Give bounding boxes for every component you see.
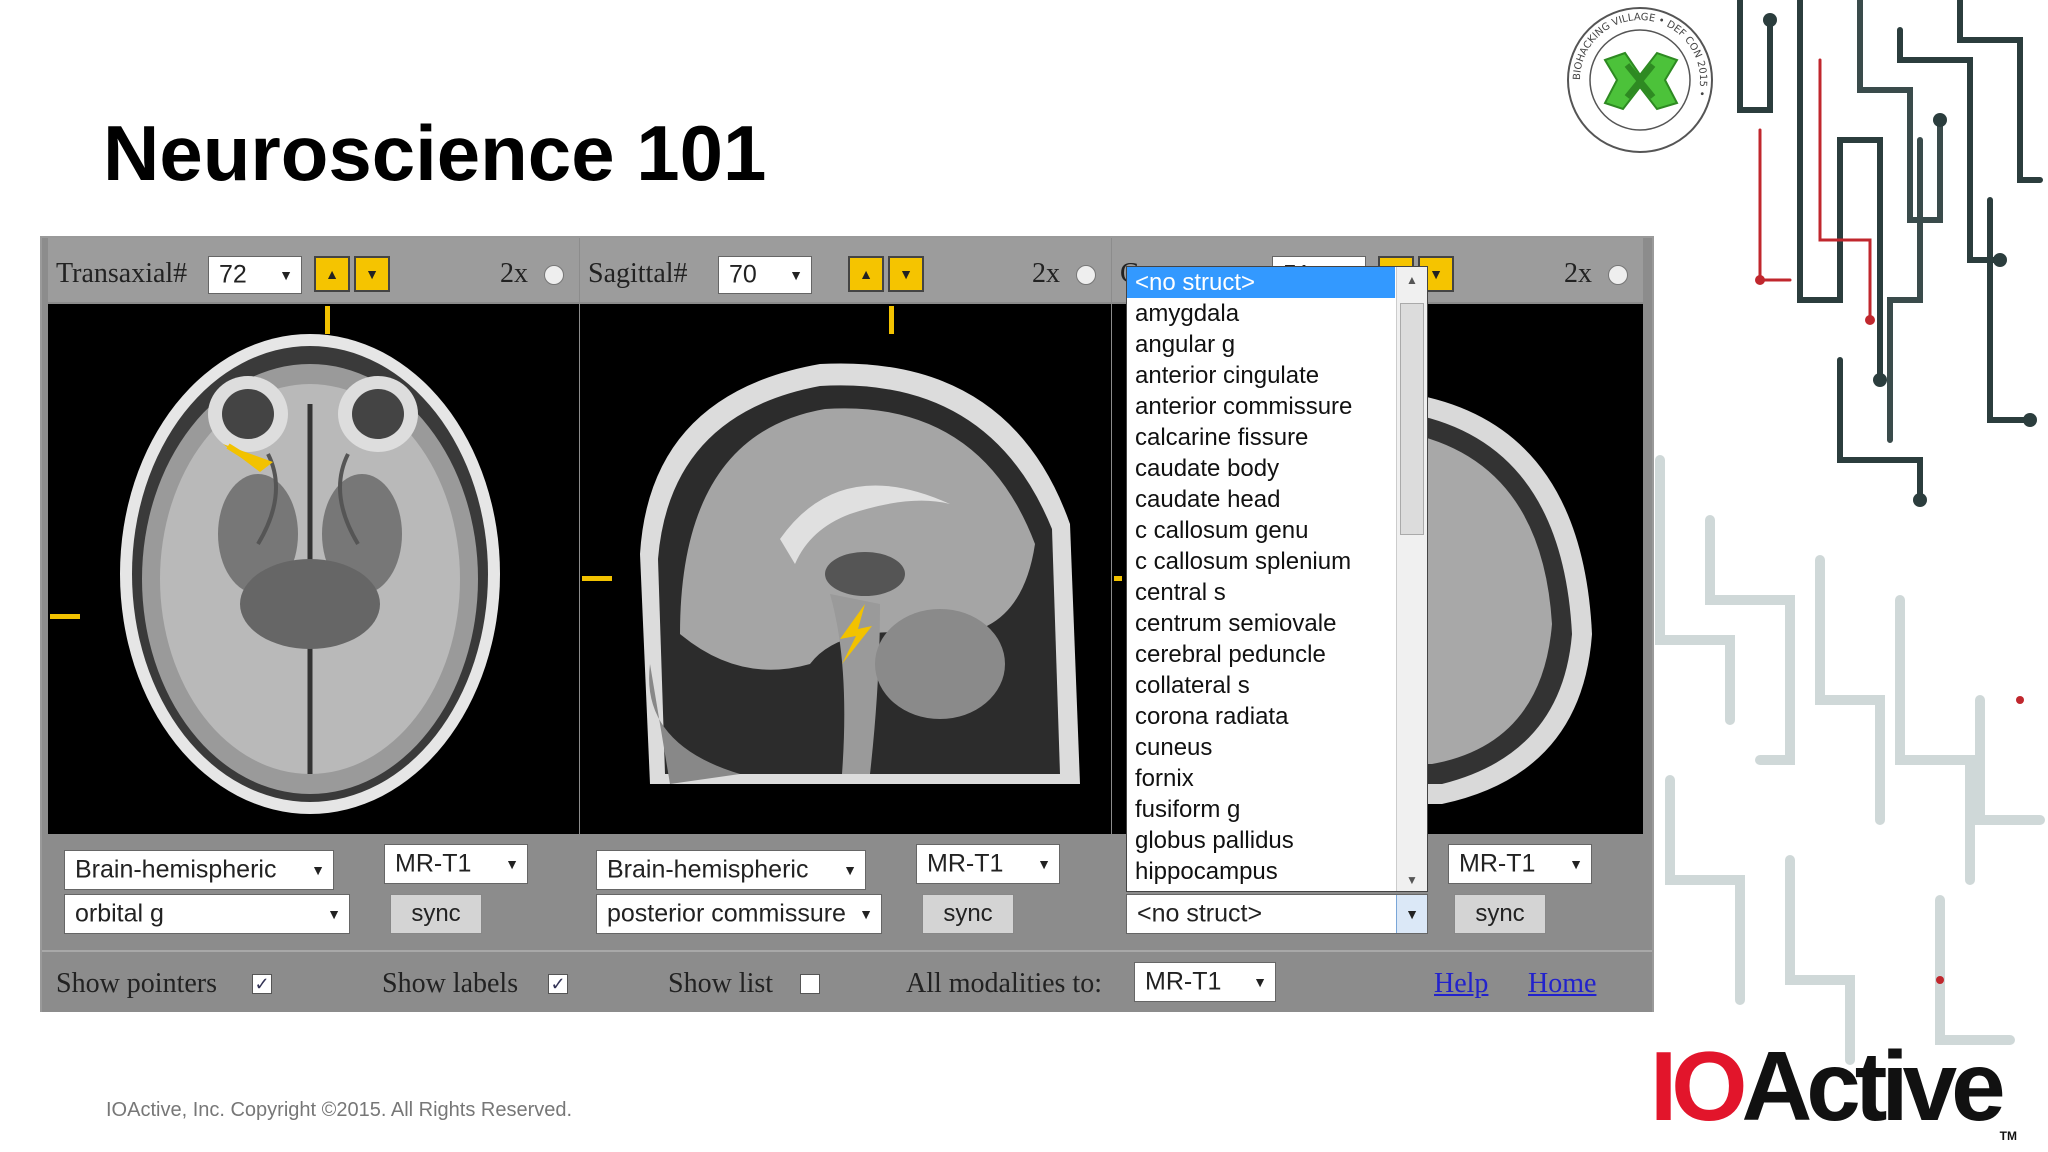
zoom-radio[interactable] bbox=[1076, 265, 1096, 285]
arrow-down-icon: ▼ bbox=[365, 266, 379, 282]
zoom-radio[interactable] bbox=[1608, 265, 1628, 285]
dropdown-option[interactable]: angular g bbox=[1127, 329, 1395, 360]
arrow-down-icon: ▼ bbox=[1429, 266, 1443, 282]
show-labels-label: Show labels bbox=[382, 968, 519, 999]
arrow-down-icon: ▼ bbox=[899, 266, 913, 282]
dropdown-option[interactable]: corona radiata bbox=[1127, 701, 1395, 732]
sync-button[interactable]: sync bbox=[1454, 894, 1546, 934]
dropdown-option[interactable]: calcarine fissure bbox=[1127, 422, 1395, 453]
dropdown-option[interactable]: globus pallidus bbox=[1127, 825, 1395, 856]
transaxial-mri-image[interactable] bbox=[48, 304, 579, 834]
dropdown-option[interactable]: central s bbox=[1127, 577, 1395, 608]
chevron-down-icon: ▼ bbox=[327, 906, 341, 922]
chevron-down-icon: ▼ bbox=[279, 267, 293, 283]
slice-select[interactable]: 70 ▼ bbox=[718, 256, 812, 294]
chevron-down-icon: ▼ bbox=[859, 906, 873, 922]
atlas-select[interactable]: Brain-hemispheric ▼ bbox=[64, 850, 334, 890]
dropdown-option[interactable]: hippocampus bbox=[1127, 856, 1395, 887]
scroll-down-icon[interactable]: ▼ bbox=[1397, 867, 1427, 891]
chevron-down-icon: ▼ bbox=[505, 856, 519, 872]
circuit-background bbox=[1655, 0, 2045, 1065]
ioactive-logo: IOActiveTM bbox=[1650, 1031, 2017, 1143]
slice-indicator bbox=[50, 614, 80, 619]
options-bar: Show pointers ✓ Show labels ✓ Show list … bbox=[42, 950, 1652, 1012]
dropdown-option[interactable]: anterior cingulate bbox=[1127, 360, 1395, 391]
sync-button[interactable]: sync bbox=[922, 894, 1014, 934]
slice-up-button[interactable]: ▲ bbox=[848, 256, 884, 292]
structure-select[interactable]: posterior commissure ▼ bbox=[596, 894, 882, 934]
slice-down-button[interactable]: ▼ bbox=[354, 256, 390, 292]
dropdown-option[interactable]: cuneus bbox=[1127, 732, 1395, 763]
chevron-down-icon: ▼ bbox=[311, 862, 325, 878]
chevron-down-icon: ▼ bbox=[1569, 856, 1583, 872]
dropdown-option[interactable]: anterior commissure bbox=[1127, 391, 1395, 422]
show-list-checkbox[interactable] bbox=[800, 974, 820, 994]
zoom-label: 2x bbox=[500, 258, 528, 289]
home-link[interactable]: Home bbox=[1528, 968, 1596, 1000]
dropdown-option[interactable]: amygdala bbox=[1127, 298, 1395, 329]
scrollbar-thumb[interactable] bbox=[1400, 303, 1424, 535]
panel-header: Transaxial# 72 ▼ ▲ ▼ 2x bbox=[48, 238, 579, 302]
slice-indicator bbox=[1114, 576, 1122, 581]
slice-select[interactable]: 72 ▼ bbox=[208, 256, 302, 294]
modality-select[interactable]: MR-T1 ▼ bbox=[384, 844, 528, 884]
panel-header: Sagittal# 70 ▼ ▲ ▼ 2x bbox=[580, 238, 1111, 302]
structure-select[interactable]: <no struct> ▼ bbox=[1126, 894, 1428, 934]
arrow-up-icon: ▲ bbox=[859, 266, 873, 282]
slice-up-button[interactable]: ▲ bbox=[314, 256, 350, 292]
transaxial-panel: Transaxial# 72 ▼ ▲ ▼ 2x Brain-hemispheri… bbox=[48, 238, 579, 948]
atlas-select[interactable]: Brain-hemispheric ▼ bbox=[596, 850, 866, 890]
panel-label: Transaxial# bbox=[56, 258, 188, 289]
all-modalities-label: All modalities to: bbox=[906, 968, 1102, 999]
slice-indicator bbox=[325, 306, 330, 334]
modality-select[interactable]: MR-T1 ▼ bbox=[1448, 844, 1592, 884]
sagittal-panel: Sagittal# 70 ▼ ▲ ▼ 2x Brain-hemispheric ▼ bbox=[580, 238, 1111, 948]
slice-indicator bbox=[889, 306, 894, 334]
dropdown-option[interactable]: fusiform g bbox=[1127, 794, 1395, 825]
structure-select[interactable]: orbital g ▼ bbox=[64, 894, 350, 934]
modality-select[interactable]: MR-T1 ▼ bbox=[916, 844, 1060, 884]
show-pointers-checkbox[interactable]: ✓ bbox=[252, 974, 272, 994]
chevron-down-icon: ▼ bbox=[843, 862, 857, 878]
biohacking-village-logo: BIOHACKING VILLAGE • DEF CON 2015 • bbox=[1567, 7, 1713, 153]
all-modalities-select[interactable]: MR-T1 ▼ bbox=[1134, 962, 1276, 1002]
dropdown-option[interactable]: centrum semiovale bbox=[1127, 608, 1395, 639]
show-pointers-label: Show pointers bbox=[56, 968, 217, 999]
zoom-radio[interactable] bbox=[544, 265, 564, 285]
chevron-down-icon: ▼ bbox=[1396, 895, 1427, 933]
panel-label: Sagittal# bbox=[588, 258, 688, 289]
structure-dropdown-list[interactable]: <no struct> amygdala angular g anterior cin… bbox=[1126, 266, 1428, 892]
show-labels-checkbox[interactable]: ✓ bbox=[548, 974, 568, 994]
scroll-up-icon[interactable]: ▲ bbox=[1397, 267, 1427, 293]
dropdown-option[interactable]: fornix bbox=[1127, 763, 1395, 794]
dropdown-scrollbar[interactable]: ▲ ▼ bbox=[1396, 267, 1427, 891]
chevron-down-icon: ▼ bbox=[789, 267, 803, 283]
slide-title: Neuroscience 101 bbox=[103, 109, 767, 197]
dropdown-option[interactable]: caudate head bbox=[1127, 484, 1395, 515]
help-link[interactable]: Help bbox=[1434, 968, 1488, 1000]
dropdown-option[interactable]: c callosum splenium bbox=[1127, 546, 1395, 577]
zoom-label: 2x bbox=[1564, 258, 1592, 289]
dropdown-option[interactable]: <no struct> bbox=[1127, 267, 1395, 298]
dropdown-option[interactable]: c callosum genu bbox=[1127, 515, 1395, 546]
dropdown-option[interactable]: caudate body bbox=[1127, 453, 1395, 484]
dropdown-option[interactable]: collateral s bbox=[1127, 670, 1395, 701]
sync-button[interactable]: sync bbox=[390, 894, 482, 934]
arrow-up-icon: ▲ bbox=[325, 266, 339, 282]
chevron-down-icon: ▼ bbox=[1037, 856, 1051, 872]
show-list-label: Show list bbox=[668, 968, 774, 999]
slice-down-button[interactable]: ▼ bbox=[888, 256, 924, 292]
sagittal-mri-image[interactable] bbox=[580, 304, 1111, 834]
copyright-text: IOActive, Inc. Copyright ©2015. All Righ… bbox=[106, 1099, 573, 1121]
dropdown-option[interactable]: cerebral peduncle bbox=[1127, 639, 1395, 670]
slice-indicator bbox=[582, 576, 612, 581]
chevron-down-icon: ▼ bbox=[1253, 974, 1267, 990]
zoom-label: 2x bbox=[1032, 258, 1060, 289]
